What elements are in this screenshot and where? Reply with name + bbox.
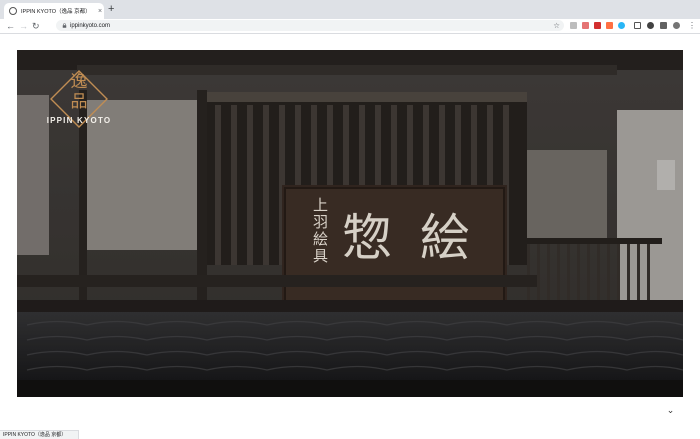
- lock-icon: [62, 23, 67, 28]
- cloud-extension-icon[interactable]: [618, 22, 625, 29]
- profile-avatar-icon[interactable]: [673, 22, 680, 29]
- logo-kanji-bottom: 品: [70, 92, 88, 112]
- tab-strip: IPPIN KYOTO（逸品 京都） × +: [0, 0, 700, 19]
- hero-image: 上羽絵具 惣 絵 逸 品 IPPIN KYOTO: [17, 50, 683, 397]
- logo-kanji-top: 逸: [70, 72, 88, 92]
- url-text: ippinkyoto.com: [70, 22, 111, 29]
- reload-button[interactable]: ↻: [32, 20, 40, 32]
- puzzle-icon[interactable]: [660, 22, 667, 29]
- tab-title: IPPIN KYOTO（逸品 京都）: [21, 9, 91, 15]
- address-bar[interactable]: ippinkyoto.com ☆: [56, 20, 564, 31]
- bookmark-star-icon[interactable]: ☆: [553, 20, 560, 31]
- sign-small-text: 上羽絵具: [311, 197, 329, 265]
- close-icon[interactable]: ×: [98, 8, 102, 15]
- extension-icon[interactable]: [634, 22, 641, 29]
- forward-button[interactable]: →: [19, 20, 28, 32]
- pdf-extension-icon[interactable]: [594, 22, 601, 29]
- extension-icon[interactable]: [647, 22, 654, 29]
- menu-icon[interactable]: ⋮: [688, 20, 696, 32]
- new-tab-button[interactable]: +: [108, 4, 114, 15]
- brand-name[interactable]: IPPIN KYOTO: [35, 116, 123, 125]
- favicon-icon: [9, 7, 17, 15]
- extension-icon[interactable]: [582, 22, 589, 29]
- toolbar: ← → ↻ ippinkyoto.com ☆ ⋮: [0, 19, 700, 34]
- tab-ippin-kyoto[interactable]: IPPIN KYOTO（逸品 京都） ×: [4, 3, 104, 19]
- scroll-down-button[interactable]: ⌄: [658, 397, 683, 423]
- sign-large-text: 惣 絵: [342, 209, 476, 267]
- chevron-down-icon: ⌄: [666, 404, 675, 415]
- extension-icon[interactable]: [570, 22, 577, 29]
- extension-icon[interactable]: [606, 22, 613, 29]
- back-button[interactable]: ←: [6, 20, 15, 32]
